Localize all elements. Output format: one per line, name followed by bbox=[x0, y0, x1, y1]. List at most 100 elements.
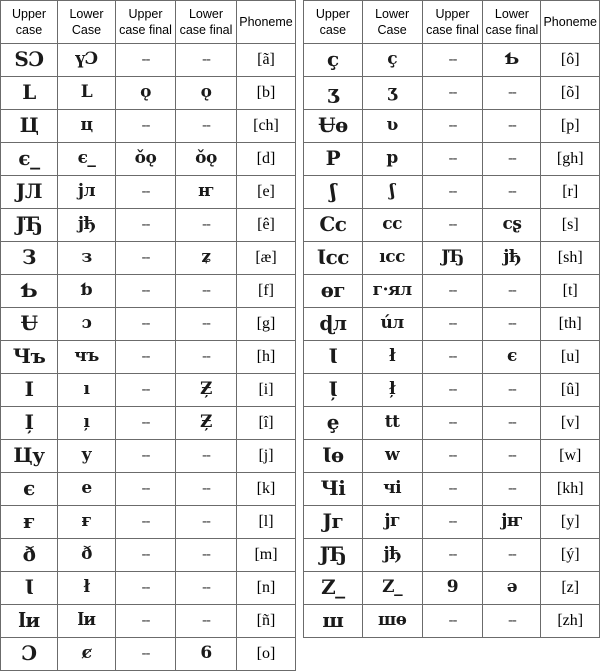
header-line-1: Phoneme bbox=[239, 14, 293, 29]
table-row: Iı -- Ƶ̦ [i] bbox=[0, 373, 296, 407]
cell-lower-case: ƅ bbox=[57, 274, 116, 308]
cell-phoneme-value: [û] bbox=[560, 381, 580, 398]
cell-lower-case: үƆ bbox=[57, 43, 116, 77]
cell-phoneme-value: [l] bbox=[258, 513, 274, 530]
cell-upper-case: I̦ bbox=[0, 406, 58, 440]
header-line-1: Phoneme bbox=[543, 14, 597, 29]
cell-lower-case-final-value: є bbox=[507, 346, 517, 366]
cell-upper-case-final: -- bbox=[115, 175, 176, 209]
cell-lower-case-value: г·ял bbox=[372, 280, 412, 300]
cell-lower-case-final: -- bbox=[175, 340, 237, 374]
cell-phoneme-value: [æ] bbox=[255, 249, 277, 266]
cell-lower-case-final-value: ə bbox=[506, 577, 518, 597]
empty-dash: -- bbox=[448, 612, 457, 629]
empty-dash: -- bbox=[448, 480, 457, 497]
table-row: є_ є_ ǒǫ ǒǫ [d] bbox=[0, 142, 296, 176]
cell-upper-case-final-value: ЈЂ bbox=[441, 247, 464, 267]
cell-phoneme-value: [z] bbox=[561, 579, 580, 596]
table-row: Ɩcc ıcc ЈЂ јђ [sh] bbox=[303, 241, 600, 275]
cell-phoneme-value: [f] bbox=[258, 282, 274, 299]
table-row: Ɩ̦ ł̦ -- -- [û] bbox=[303, 373, 600, 407]
empty-dash: -- bbox=[141, 612, 151, 629]
table-row: ɖл úл -- -- [th] bbox=[303, 307, 600, 341]
cell-phoneme: [o] bbox=[236, 637, 296, 671]
cell-lower-case-final: -- bbox=[482, 175, 542, 209]
cell-lower-case: чъ bbox=[57, 340, 116, 374]
table-row: ғ ғ -- -- [l] bbox=[0, 505, 296, 539]
cell-upper-case: ѳг bbox=[303, 274, 363, 308]
cell-upper-case-final: -- bbox=[421, 208, 484, 242]
cell-upper-case: ЈЂ bbox=[303, 538, 363, 572]
cell-upper-case-value: Р bbox=[325, 146, 341, 170]
table-row: Рр -- -- [gh] bbox=[303, 142, 600, 176]
cell-lower-case: є_ bbox=[57, 142, 116, 176]
cell-lower-case-final: Ƅ bbox=[482, 43, 542, 77]
table-row: Ɩł -- є [u] bbox=[303, 340, 600, 374]
cell-lower-case-final: -- bbox=[175, 307, 237, 341]
cell-lower-case-value: L bbox=[80, 82, 93, 102]
cell-upper-case: ғ bbox=[0, 505, 58, 539]
cell-upper-case-final: -- bbox=[421, 439, 484, 473]
cell-upper-case-final: -- bbox=[421, 406, 484, 440]
cell-lower-case: úл bbox=[361, 307, 423, 341]
empty-dash: -- bbox=[507, 150, 517, 167]
empty-dash: -- bbox=[202, 579, 211, 596]
cell-phoneme-value: [r] bbox=[562, 183, 579, 200]
table-row: ȩ tt -- -- [v] bbox=[303, 406, 600, 440]
cell-upper-case-value: Ɩ bbox=[328, 344, 338, 368]
cell-lower-case-final: ǒǫ bbox=[175, 142, 237, 176]
cell-upper-case-final: -- bbox=[421, 505, 484, 539]
cell-upper-case-final: ǫ bbox=[115, 76, 176, 110]
cell-phoneme-value: [u] bbox=[560, 348, 580, 365]
cell-phoneme: [v] bbox=[540, 406, 600, 440]
empty-dash: -- bbox=[141, 348, 151, 365]
cell-upper-case: ɖл bbox=[303, 307, 363, 341]
cell-upper-case-value: ӏи bbox=[18, 608, 40, 632]
cell-lower-case-value: úл bbox=[380, 313, 404, 333]
cell-upper-case: Ɩ bbox=[0, 571, 58, 605]
col-header-upper-case: Upper case bbox=[0, 0, 58, 44]
cell-phoneme-value: [n] bbox=[256, 579, 276, 596]
alphabet-table-left: Upper case Lower Case Upper case final L… bbox=[0, 0, 296, 671]
cell-upper-case-final: -- bbox=[421, 274, 484, 308]
table-body-right: ç ç -- Ƅ [ô] ʒ ʒ -- -- [õ] Ʉѳ ʋ -- -- [p] Рр -- -- [gh] ʃ ʃ -… bbox=[303, 43, 600, 638]
empty-dash: -- bbox=[202, 546, 211, 563]
cell-phoneme: [kh] bbox=[540, 472, 600, 506]
cell-upper-case-value: є_ bbox=[18, 146, 40, 170]
cell-upper-case-value: Ɩ̦ bbox=[328, 377, 338, 401]
cell-upper-case-final: -- bbox=[421, 307, 484, 341]
header-row: Upper case Lower Case Upper case final L… bbox=[0, 0, 296, 44]
empty-dash: -- bbox=[507, 447, 517, 464]
cell-lower-case: ł̦ bbox=[361, 373, 423, 407]
empty-dash: -- bbox=[448, 282, 457, 299]
table-row: ʃ ʃ -- -- [r] bbox=[303, 175, 600, 209]
cell-lower-case: ӏи bbox=[57, 604, 116, 638]
header-line-2: case final bbox=[426, 23, 479, 37]
cell-phoneme: [ñ] bbox=[236, 604, 296, 638]
empty-dash: -- bbox=[202, 348, 211, 365]
cell-phoneme-value: [m] bbox=[254, 546, 278, 563]
cell-upper-case-final: -- bbox=[115, 307, 176, 341]
cell-upper-case: ЅƆ bbox=[0, 43, 58, 77]
cell-upper-case-value: L bbox=[22, 80, 36, 104]
empty-dash: -- bbox=[202, 282, 211, 299]
cell-upper-case-final: -- bbox=[115, 406, 176, 440]
cell-lower-case-value: tt bbox=[384, 412, 400, 432]
empty-dash: -- bbox=[141, 216, 151, 233]
cell-lower-case-final-value: Ƶ̦ bbox=[200, 379, 212, 399]
cell-phoneme-value: [sh] bbox=[557, 249, 583, 266]
cell-upper-case-value: ѳг bbox=[320, 278, 346, 302]
cell-lower-case-final: -- bbox=[175, 439, 237, 473]
cell-lower-case: ȼ bbox=[57, 637, 116, 671]
cell-lower-case-value: cc bbox=[382, 214, 402, 234]
cell-phoneme: [g] bbox=[236, 307, 296, 341]
cell-lower-case: јг bbox=[361, 505, 423, 539]
empty-dash: -- bbox=[448, 447, 457, 464]
table-row: Цц -- -- [ch] bbox=[0, 109, 296, 143]
cell-lower-case-final: -- bbox=[175, 274, 237, 308]
cell-phoneme-value: [ô] bbox=[560, 51, 580, 68]
cell-upper-case-value: ғ bbox=[23, 509, 35, 533]
table-row: L Lǫ ǫ [b] bbox=[0, 76, 296, 110]
cell-phoneme-value: [ã] bbox=[257, 51, 275, 68]
cell-phoneme-value: [w] bbox=[559, 447, 582, 464]
